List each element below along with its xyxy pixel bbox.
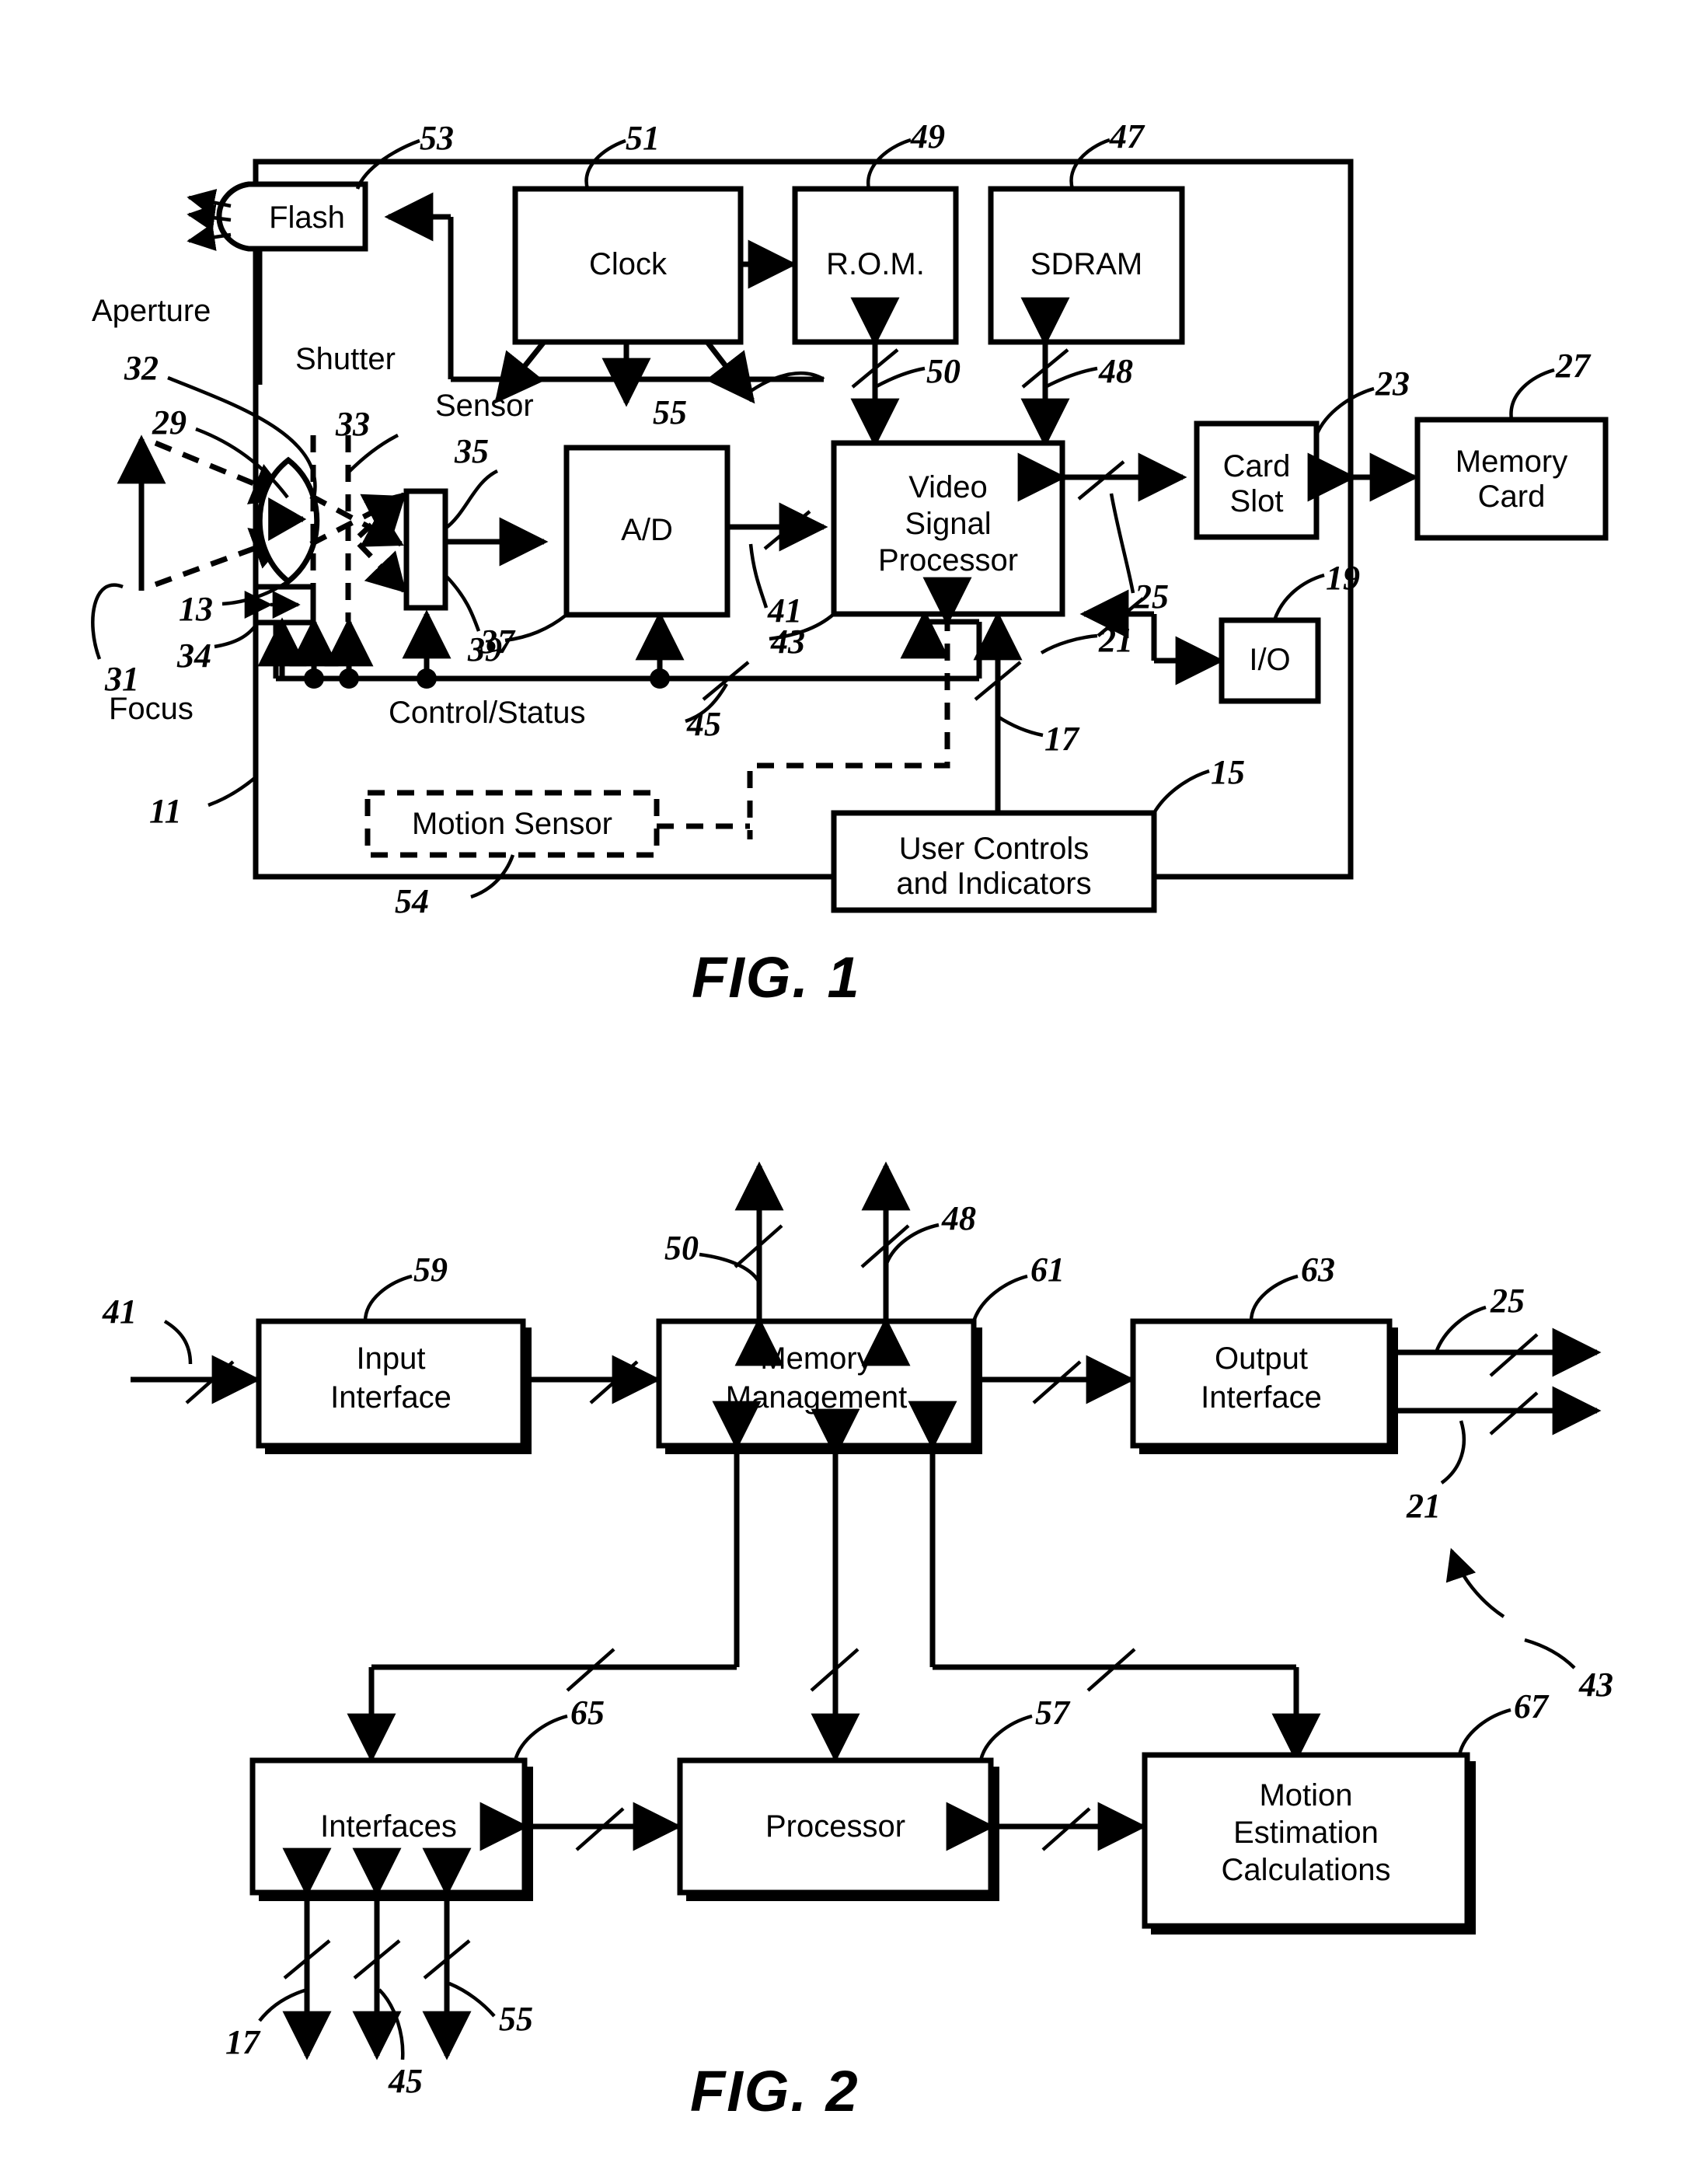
fig2-output-label-line1: Output <box>1214 1341 1309 1376</box>
io-label: I/O <box>1249 643 1291 677</box>
ref-21: 21 <box>1099 621 1133 659</box>
fig2-ref-25: 25 <box>1491 1282 1525 1320</box>
fig2-ref-45: 45 <box>389 2062 423 2100</box>
fig2-ref-48: 48 <box>942 1199 976 1237</box>
ref-48: 48 <box>1099 352 1133 390</box>
ref-11: 11 <box>149 792 182 830</box>
fig2-output-shadow <box>1139 1446 1396 1454</box>
ad-label: A/D <box>621 513 673 547</box>
clock-distribution-arrows <box>494 340 755 407</box>
ref-31: 31 <box>105 660 139 698</box>
fig2-me-label-line1: Motion <box>1259 1778 1353 1812</box>
ref-55: 55 <box>653 393 687 431</box>
patent-drawing-sheet: Flash Clock R.O.M. SDRAM A/D Video Signa… <box>0 0 1705 2184</box>
fig2-ref-57: 57 <box>1035 1694 1069 1732</box>
ref-32: 32 <box>124 349 159 387</box>
fig2-me-shadow2 <box>1467 1761 1476 1935</box>
fig2-me-label-line3: Calculations <box>1221 1853 1391 1887</box>
ref-45: 45 <box>687 705 721 743</box>
fig2-ref-50: 50 <box>664 1229 699 1267</box>
control-status-text-label: Control/Status <box>389 696 586 730</box>
shutter-text-label: Shutter <box>295 342 396 376</box>
fig2-me-shadow <box>1151 1926 1473 1935</box>
fig2-memmgmt-label-line1: Memory <box>760 1341 873 1376</box>
fig2-input-label-line1: Input <box>356 1341 426 1376</box>
ref-47: 47 <box>1110 117 1144 155</box>
card-slot-label-line2: Slot <box>1229 484 1284 518</box>
memory-card-label-line2: Card <box>1477 480 1546 514</box>
fig2-ref-43: 43 <box>1579 1666 1613 1704</box>
fig2-memmgmt-shadow2 <box>974 1327 982 1454</box>
figure-1-caption: FIG. 1 <box>692 945 861 1010</box>
ref-53: 53 <box>420 119 454 157</box>
lens-element <box>256 456 320 585</box>
ref-13: 13 <box>179 590 213 628</box>
fig2-me-label-line2: Estimation <box>1233 1816 1379 1850</box>
flash-light-arrows <box>187 189 232 251</box>
fig2-ref-17: 17 <box>225 2023 260 2061</box>
fig2-overall-pointer <box>1445 1547 1505 1618</box>
ref-25: 25 <box>1135 577 1169 616</box>
ref-23: 23 <box>1376 365 1410 403</box>
fig2-ref-41: 41 <box>103 1293 137 1331</box>
image-sensor <box>403 488 448 611</box>
sdram-label: SDRAM <box>1030 247 1143 281</box>
rom-label: R.O.M. <box>826 247 925 281</box>
fig2-interfaces-label: Interfaces <box>320 1809 457 1844</box>
memory-card-label-line1: Memory <box>1455 445 1568 479</box>
fig2-memmgmt-label-line2: Management <box>725 1380 908 1415</box>
ref-19: 19 <box>1326 559 1360 597</box>
fig2-ref-67: 67 <box>1514 1687 1548 1725</box>
ref-29: 29 <box>152 403 187 441</box>
ref-43: 43 <box>771 623 805 661</box>
ref-39: 39 <box>468 630 502 668</box>
ad-vsp-slash <box>763 510 811 550</box>
fig2-ref-61: 61 <box>1030 1251 1065 1289</box>
ref-35: 35 <box>455 432 489 470</box>
flash-label: Flash <box>269 201 345 235</box>
fig2-output-label-line2: Interface <box>1201 1380 1322 1415</box>
ref-17: 17 <box>1044 720 1079 758</box>
ref-49: 49 <box>911 117 945 155</box>
fig2-ref-65: 65 <box>570 1694 605 1732</box>
object-arrow <box>91 434 166 660</box>
fig2-ref-59: 59 <box>413 1251 448 1289</box>
fig2-input-interface-shadow <box>265 1446 529 1454</box>
fig2-processor-label: Processor <box>765 1809 906 1844</box>
fig2-ref-63: 63 <box>1301 1251 1335 1289</box>
ref-50: 50 <box>926 352 961 390</box>
vsp-label-line2: Signal <box>905 507 992 541</box>
card-slot-label-line1: Card <box>1222 449 1291 483</box>
fig2-processor-shadow2 <box>991 1767 999 1901</box>
user-controls-label-line1: User Controls <box>898 832 1090 866</box>
fig2-interfaces-shadow <box>259 1893 531 1901</box>
ref-54: 54 <box>395 882 429 920</box>
ref-34: 34 <box>177 637 211 675</box>
fig2-input-interface-shadow2 <box>523 1327 532 1454</box>
ref-15: 15 <box>1211 753 1245 791</box>
user-controls-label-line2: and Indicators <box>896 867 1092 901</box>
aperture-text-label: Aperture <box>92 294 211 328</box>
clock-label: Clock <box>588 247 668 281</box>
figure-2-caption: FIG. 2 <box>690 2059 859 2123</box>
fig2-output-shadow2 <box>1389 1327 1398 1454</box>
converging-rays <box>309 493 404 547</box>
sensor-text-label: Sensor <box>435 389 534 423</box>
fig2-ref-55: 55 <box>499 2000 533 2038</box>
fig2-ref-21: 21 <box>1407 1487 1441 1525</box>
ref-33: 33 <box>336 405 370 443</box>
fig2-interfaces-shadow2 <box>525 1767 533 1901</box>
vsp-cardslot-slash <box>1077 460 1125 501</box>
ref-51: 51 <box>626 119 660 157</box>
fig2-input-label-line2: Interface <box>330 1380 452 1415</box>
motion-sensor-label: Motion Sensor <box>412 807 612 841</box>
fig2-processor-shadow <box>686 1893 997 1901</box>
vsp-label-line3: Processor <box>877 543 1019 577</box>
vsp-label-line1: Video <box>908 470 988 504</box>
ref-27: 27 <box>1556 347 1590 385</box>
